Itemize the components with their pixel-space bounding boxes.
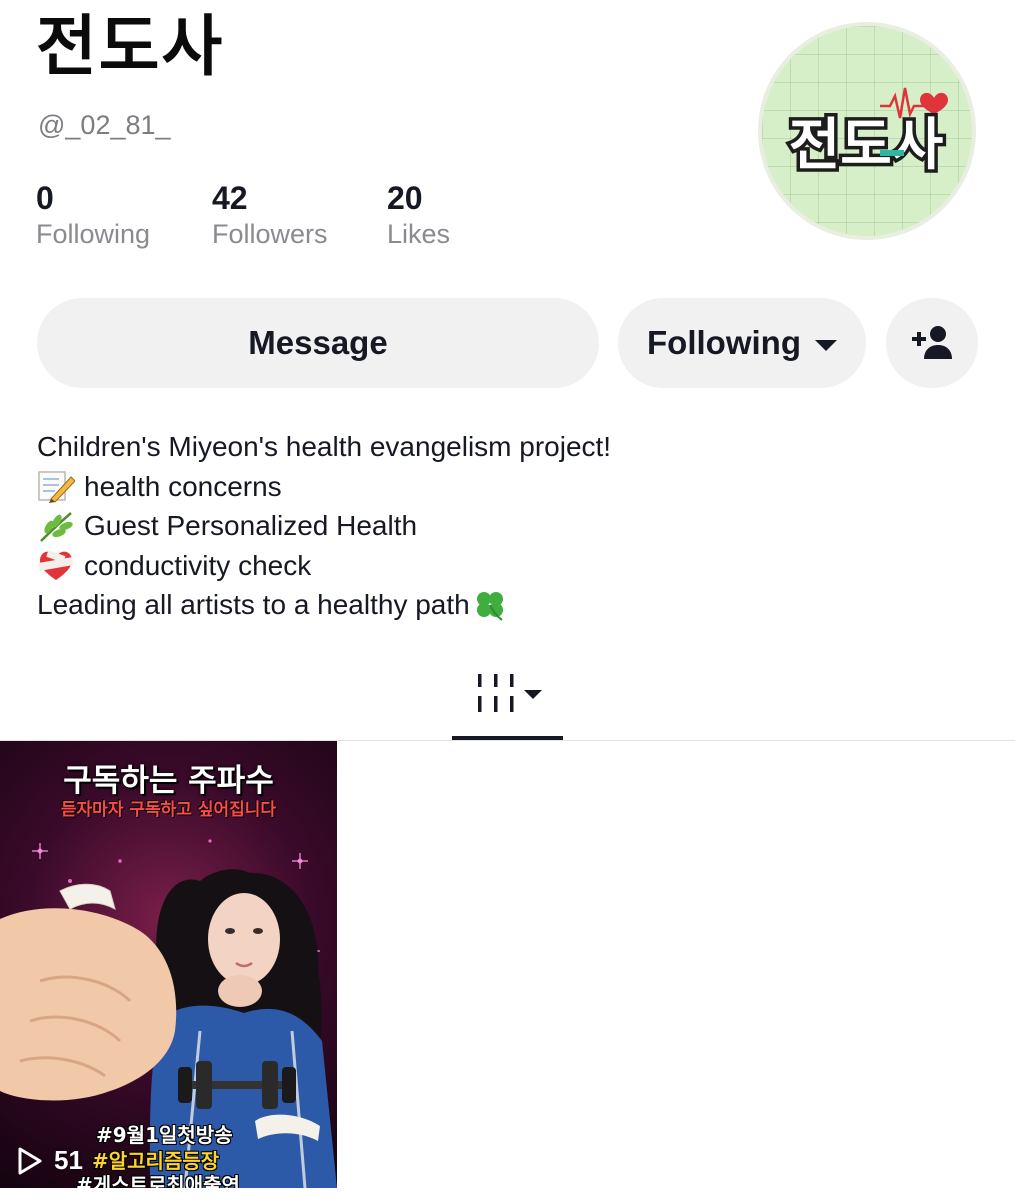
avatar-accent <box>880 150 904 156</box>
add-person-icon <box>912 326 952 359</box>
tab-videos-grid[interactable] <box>452 660 563 740</box>
message-button[interactable]: Message <box>37 298 599 388</box>
following-count: 0 <box>36 180 54 216</box>
caret-down-icon <box>814 339 837 351</box>
content-tab-bar <box>0 660 1015 741</box>
bio-text: conductivity check <box>84 549 312 581</box>
profile-stats: 0 Following 42 Followers 20 Likes <box>36 180 496 260</box>
herb-icon <box>37 509 75 543</box>
bio-line: Children's Miyeon's health evangelism pr… <box>37 427 937 467</box>
active-tab-indicator <box>452 736 563 740</box>
followers-label: Followers <box>212 219 328 249</box>
bio-line: health concerns <box>37 467 937 507</box>
add-friend-button[interactable] <box>886 298 978 388</box>
stat-likes[interactable]: 20 Likes <box>387 180 450 252</box>
bio-line: conductivity check <box>37 546 937 586</box>
bio-text: Children's Miyeon's health evangelism pr… <box>37 431 612 462</box>
username-handle: @_02_81_ <box>38 110 171 140</box>
video-thumbnail[interactable]: 구독하는 주파수 듣자마자 구독하고 싶어집니다 #9월1일첫방송 #알고리즘등… <box>0 741 337 1188</box>
memo-pencil-icon <box>37 469 75 504</box>
video-subtitle: 듣자마자 구독하고 싶어집니다 <box>60 800 277 820</box>
bio: Children's Miyeon's health evangelism pr… <box>37 427 937 625</box>
profile-page: 전도사 @_02_81_ 전도사 0 Following 42 Follower… <box>0 0 1015 1200</box>
display-name: 전도사 <box>36 8 225 85</box>
view-count: 51 <box>54 1145 83 1175</box>
message-button-label: Message <box>248 324 388 361</box>
video-hashtag: #9월1일첫방송 <box>96 1123 233 1147</box>
bio-text: health concerns <box>84 470 282 502</box>
video-view-count: 51 <box>14 1145 83 1176</box>
bandaged-heart-icon <box>37 548 75 582</box>
following-label: Following <box>36 219 151 249</box>
bio-text: Guest Personalized Health <box>84 510 418 541</box>
video-title: 구독하는 주파수 <box>63 763 274 799</box>
following-button-label: Following <box>647 324 801 361</box>
stat-following[interactable]: 0 Following <box>36 180 150 252</box>
stat-followers[interactable]: 42 Followers <box>212 180 328 252</box>
bio-line: Leading all artists to a healthy path <box>37 585 937 625</box>
play-icon <box>14 1146 44 1176</box>
avatar-logo: 전도사 <box>785 87 948 182</box>
followers-count: 42 <box>212 180 248 216</box>
following-button[interactable]: Following <box>618 298 866 388</box>
grid-lines-icon <box>478 674 542 712</box>
avatar-logo-text: 전도사 <box>789 113 944 178</box>
likes-label: Likes <box>387 219 451 249</box>
avatar[interactable]: 전도사 <box>758 22 976 240</box>
bio-text: Leading all artists to a healthy path <box>37 589 470 620</box>
avatar-heart <box>920 92 948 114</box>
likes-count: 20 <box>387 180 423 216</box>
bio-line: Guest Personalized Health <box>37 506 937 546</box>
caret-down-icon <box>524 690 542 699</box>
video-hashtag: #게스트로최애출연 <box>76 1173 240 1188</box>
four-leaf-clover-icon <box>472 588 508 622</box>
